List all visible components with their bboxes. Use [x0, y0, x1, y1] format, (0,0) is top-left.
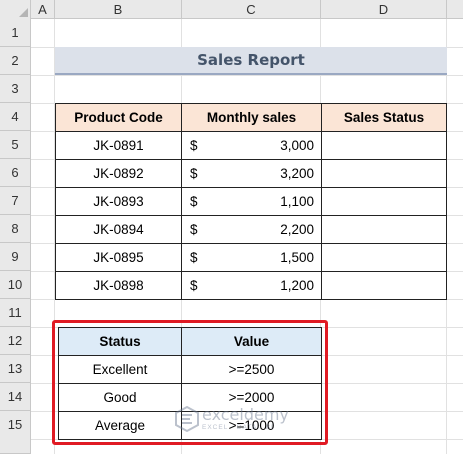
currency-symbol: $ [190, 194, 198, 209]
cell-product-code[interactable]: JK-0893 [55, 187, 182, 216]
row-header-11[interactable]: 11 [0, 299, 31, 327]
sales-amount: 1,200 [280, 278, 314, 293]
cell-sales-status[interactable] [321, 271, 447, 300]
sales-amount: 2,200 [280, 222, 314, 237]
sales-amount: 3,200 [280, 166, 314, 181]
cell-monthly-sales[interactable]: $2,200 [181, 215, 322, 244]
currency-symbol: $ [190, 222, 198, 237]
report-title[interactable]: Sales Report [55, 47, 447, 75]
header-value[interactable]: Value [181, 327, 322, 356]
column-header-c[interactable]: C [182, 0, 321, 19]
column-header-d[interactable]: D [321, 0, 447, 19]
exceldemy-watermark: exceldemy EXCEL · DATA · BI [175, 405, 315, 435]
currency-symbol: $ [190, 278, 198, 293]
row-header-8[interactable]: 8 [0, 215, 31, 243]
currency-symbol: $ [190, 166, 198, 181]
row-header-5[interactable]: 5 [0, 131, 31, 159]
cell-sales-status[interactable] [321, 159, 447, 188]
header-monthly-sales[interactable]: Monthly sales [181, 103, 322, 132]
header-sales-status[interactable]: Sales Status [321, 103, 447, 132]
cell-sales-status[interactable] [321, 187, 447, 216]
row-header-7[interactable]: 7 [0, 187, 31, 215]
header-product-code[interactable]: Product Code [55, 103, 182, 132]
gridline [31, 75, 463, 76]
cell-product-code[interactable]: JK-0898 [55, 271, 182, 300]
row-header-12[interactable]: 12 [0, 327, 31, 355]
row-header-3[interactable]: 3 [0, 75, 31, 103]
cell-monthly-sales[interactable]: $1,100 [181, 187, 322, 216]
row-header-10[interactable]: 10 [0, 271, 31, 299]
column-header-a[interactable]: A [31, 0, 55, 19]
row-header-15[interactable]: 15 [0, 411, 31, 454]
sales-amount: 1,500 [280, 250, 314, 265]
watermark-tagline: EXCEL · DATA · BI [202, 424, 274, 431]
cell-product-code[interactable]: JK-0895 [55, 243, 182, 272]
row-header-9[interactable]: 9 [0, 243, 31, 271]
row-header-1[interactable]: 1 [0, 19, 31, 47]
currency-symbol: $ [190, 138, 198, 153]
row-header-13[interactable]: 13 [0, 355, 31, 383]
cell-product-code[interactable]: JK-0894 [55, 215, 182, 244]
cell-sales-status[interactable] [321, 131, 447, 160]
cell-product-code[interactable]: JK-0892 [55, 159, 182, 188]
cell-status[interactable]: Excellent [58, 355, 182, 384]
select-all-corner[interactable] [0, 0, 31, 19]
cell-sales-status[interactable] [321, 243, 447, 272]
currency-symbol: $ [190, 250, 198, 265]
column-header-b[interactable]: B [55, 0, 182, 19]
sales-amount: 3,000 [280, 138, 314, 153]
row-header-2[interactable]: 2 [0, 47, 31, 75]
header-status[interactable]: Status [58, 327, 182, 356]
sales-amount: 1,100 [280, 194, 314, 209]
row-header-4[interactable]: 4 [0, 103, 31, 131]
watermark-name: exceldemy [202, 405, 289, 424]
row-header-6[interactable]: 6 [0, 159, 31, 187]
cell-product-code[interactable]: JK-0891 [55, 131, 182, 160]
cell-status[interactable]: Good [58, 383, 182, 412]
cell-sales-status[interactable] [321, 215, 447, 244]
exceldemy-logo-icon [175, 406, 199, 432]
spreadsheet: A B C D 1 2 3 4 5 6 7 8 9 10 11 12 13 14… [0, 0, 463, 454]
cell-monthly-sales[interactable]: $3,200 [181, 159, 322, 188]
cell-monthly-sales[interactable]: $3,000 [181, 131, 322, 160]
cell-value[interactable]: >=2500 [181, 355, 322, 384]
cell-monthly-sales[interactable]: $1,200 [181, 271, 322, 300]
cell-monthly-sales[interactable]: $1,500 [181, 243, 322, 272]
select-all-icon [19, 8, 28, 17]
cell-status[interactable]: Average [58, 411, 182, 440]
row-header-14[interactable]: 14 [0, 383, 31, 411]
